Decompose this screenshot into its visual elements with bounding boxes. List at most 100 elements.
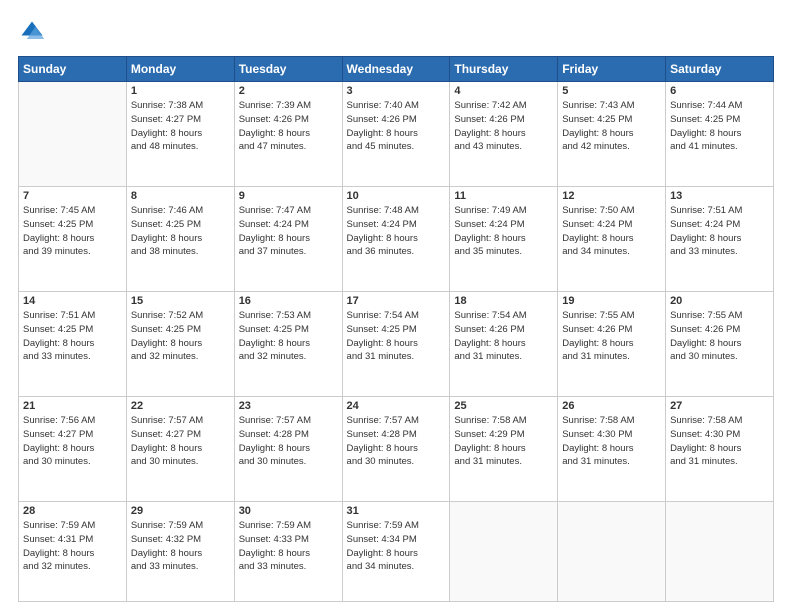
calendar-cell: 3 Sunrise: 7:40 AM Sunset: 4:26 PM Daylig… [342, 82, 450, 187]
calendar-cell: 20 Sunrise: 7:55 AM Sunset: 4:26 PM Dayli… [666, 292, 774, 397]
day-number: 16 [239, 295, 338, 307]
calendar-cell: 17 Sunrise: 7:54 AM Sunset: 4:25 PM Dayli… [342, 292, 450, 397]
cell-daylight-text: Sunrise: 7:39 AM Sunset: 4:26 PM Dayligh… [239, 99, 338, 154]
day-number: 28 [23, 505, 122, 517]
day-number: 5 [562, 85, 661, 97]
calendar-cell: 8Sunrise: 7:46 AM Sunset: 4:25 PM Daylig… [126, 187, 234, 292]
cell-daylight-text: Sunrise: 7:54 AM Sunset: 4:26 PM Dayligh… [454, 309, 553, 364]
calendar-cell: 13 Sunrise: 7:51 AM Sunset: 4:24 PM Dayli… [666, 187, 774, 292]
day-number: 26 [562, 400, 661, 412]
cell-daylight-text: Sunrise: 7:49 AM Sunset: 4:24 PM Dayligh… [454, 204, 553, 259]
calendar-week-row: 14Sunrise: 7:51 AM Sunset: 4:25 PM Dayli… [19, 292, 774, 397]
calendar-header-tuesday: Tuesday [234, 57, 342, 82]
cell-daylight-text: Sunrise: 7:55 AM Sunset: 4:26 PM Dayligh… [670, 309, 769, 364]
calendar-cell: 16Sunrise: 7:53 AM Sunset: 4:25 PM Dayli… [234, 292, 342, 397]
day-number: 27 [670, 400, 769, 412]
calendar-cell: 1 Sunrise: 7:38 AM Sunset: 4:27 PM Daylig… [126, 82, 234, 187]
cell-daylight-text: Sunrise: 7:47 AM Sunset: 4:24 PM Dayligh… [239, 204, 338, 259]
day-number: 24 [347, 400, 446, 412]
day-number: 15 [131, 295, 230, 307]
cell-daylight-text: Sunrise: 7:58 AM Sunset: 4:29 PM Dayligh… [454, 414, 553, 469]
cell-daylight-text: Sunrise: 7:55 AM Sunset: 4:26 PM Dayligh… [562, 309, 661, 364]
calendar-cell: 24 Sunrise: 7:57 AM Sunset: 4:28 PM Dayli… [342, 397, 450, 502]
logo [18, 18, 50, 46]
day-number: 23 [239, 400, 338, 412]
calendar-header-friday: Friday [558, 57, 666, 82]
cell-daylight-text: Sunrise: 7:59 AM Sunset: 4:34 PM Dayligh… [347, 519, 446, 574]
day-number: 12 [562, 190, 661, 202]
cell-daylight-text: Sunrise: 7:52 AM Sunset: 4:25 PM Dayligh… [131, 309, 230, 364]
cell-daylight-text: Sunrise: 7:54 AM Sunset: 4:25 PM Dayligh… [347, 309, 446, 364]
calendar-cell: 14Sunrise: 7:51 AM Sunset: 4:25 PM Dayli… [19, 292, 127, 397]
calendar-cell: 5 Sunrise: 7:43 AM Sunset: 4:25 PM Daylig… [558, 82, 666, 187]
calendar-cell: 4 Sunrise: 7:42 AM Sunset: 4:26 PM Daylig… [450, 82, 558, 187]
day-number: 4 [454, 85, 553, 97]
calendar-cell: 22 Sunrise: 7:57 AM Sunset: 4:27 PM Dayli… [126, 397, 234, 502]
day-number: 17 [347, 295, 446, 307]
day-number: 1 [131, 85, 230, 97]
calendar-cell [558, 502, 666, 602]
cell-daylight-text: Sunrise: 7:57 AM Sunset: 4:27 PM Dayligh… [131, 414, 230, 469]
cell-daylight-text: Sunrise: 7:59 AM Sunset: 4:32 PM Dayligh… [131, 519, 230, 574]
calendar-week-row: 7 Sunrise: 7:45 AM Sunset: 4:25 PM Daylig… [19, 187, 774, 292]
calendar-week-row: 28 Sunrise: 7:59 AM Sunset: 4:31 PM Dayli… [19, 502, 774, 602]
calendar-cell: 12 Sunrise: 7:50 AM Sunset: 4:24 PM Dayli… [558, 187, 666, 292]
calendar-table: SundayMondayTuesdayWednesdayThursdayFrid… [18, 56, 774, 602]
cell-daylight-text: Sunrise: 7:59 AM Sunset: 4:31 PM Dayligh… [23, 519, 122, 574]
calendar-header-saturday: Saturday [666, 57, 774, 82]
calendar-header-monday: Monday [126, 57, 234, 82]
cell-daylight-text: Sunrise: 7:51 AM Sunset: 4:24 PM Dayligh… [670, 204, 769, 259]
cell-daylight-text: Sunrise: 7:45 AM Sunset: 4:25 PM Dayligh… [23, 204, 122, 259]
cell-daylight-text: Sunrise: 7:50 AM Sunset: 4:24 PM Dayligh… [562, 204, 661, 259]
cell-daylight-text: Sunrise: 7:42 AM Sunset: 4:26 PM Dayligh… [454, 99, 553, 154]
day-number: 13 [670, 190, 769, 202]
day-number: 31 [347, 505, 446, 517]
day-number: 21 [23, 400, 122, 412]
logo-icon [18, 18, 46, 46]
calendar-cell: 29Sunrise: 7:59 AM Sunset: 4:32 PM Dayli… [126, 502, 234, 602]
calendar-cell: 25 Sunrise: 7:58 AM Sunset: 4:29 PM Dayli… [450, 397, 558, 502]
cell-daylight-text: Sunrise: 7:56 AM Sunset: 4:27 PM Dayligh… [23, 414, 122, 469]
cell-daylight-text: Sunrise: 7:58 AM Sunset: 4:30 PM Dayligh… [562, 414, 661, 469]
cell-daylight-text: Sunrise: 7:57 AM Sunset: 4:28 PM Dayligh… [347, 414, 446, 469]
calendar-cell: 27 Sunrise: 7:58 AM Sunset: 4:30 PM Dayli… [666, 397, 774, 502]
calendar-header-wednesday: Wednesday [342, 57, 450, 82]
day-number: 7 [23, 190, 122, 202]
calendar-cell: 18Sunrise: 7:54 AM Sunset: 4:26 PM Dayli… [450, 292, 558, 397]
cell-daylight-text: Sunrise: 7:59 AM Sunset: 4:33 PM Dayligh… [239, 519, 338, 574]
calendar-cell: 28 Sunrise: 7:59 AM Sunset: 4:31 PM Dayli… [19, 502, 127, 602]
calendar-cell: 23 Sunrise: 7:57 AM Sunset: 4:28 PM Dayli… [234, 397, 342, 502]
day-number: 19 [562, 295, 661, 307]
calendar-cell: 6 Sunrise: 7:44 AM Sunset: 4:25 PM Daylig… [666, 82, 774, 187]
calendar-cell: 2 Sunrise: 7:39 AM Sunset: 4:26 PM Daylig… [234, 82, 342, 187]
calendar-cell: 10 Sunrise: 7:48 AM Sunset: 4:24 PM Dayli… [342, 187, 450, 292]
calendar-cell: 7 Sunrise: 7:45 AM Sunset: 4:25 PM Daylig… [19, 187, 127, 292]
cell-daylight-text: Sunrise: 7:43 AM Sunset: 4:25 PM Dayligh… [562, 99, 661, 154]
calendar-week-row: 1 Sunrise: 7:38 AM Sunset: 4:27 PM Daylig… [19, 82, 774, 187]
page: SundayMondayTuesdayWednesdayThursdayFrid… [0, 0, 792, 612]
cell-daylight-text: Sunrise: 7:58 AM Sunset: 4:30 PM Dayligh… [670, 414, 769, 469]
day-number: 11 [454, 190, 553, 202]
day-number: 25 [454, 400, 553, 412]
cell-daylight-text: Sunrise: 7:40 AM Sunset: 4:26 PM Dayligh… [347, 99, 446, 154]
day-number: 22 [131, 400, 230, 412]
cell-daylight-text: Sunrise: 7:44 AM Sunset: 4:25 PM Dayligh… [670, 99, 769, 154]
cell-daylight-text: Sunrise: 7:57 AM Sunset: 4:28 PM Dayligh… [239, 414, 338, 469]
calendar-header-sunday: Sunday [19, 57, 127, 82]
calendar-cell: 21 Sunrise: 7:56 AM Sunset: 4:27 PM Dayli… [19, 397, 127, 502]
calendar-cell [450, 502, 558, 602]
calendar-cell: 15 Sunrise: 7:52 AM Sunset: 4:25 PM Dayli… [126, 292, 234, 397]
day-number: 2 [239, 85, 338, 97]
calendar-cell [666, 502, 774, 602]
day-number: 3 [347, 85, 446, 97]
day-number: 6 [670, 85, 769, 97]
header [18, 18, 774, 46]
cell-daylight-text: Sunrise: 7:48 AM Sunset: 4:24 PM Dayligh… [347, 204, 446, 259]
calendar-cell: 31 Sunrise: 7:59 AM Sunset: 4:34 PM Dayli… [342, 502, 450, 602]
day-number: 10 [347, 190, 446, 202]
calendar-header-row: SundayMondayTuesdayWednesdayThursdayFrid… [19, 57, 774, 82]
day-number: 30 [239, 505, 338, 517]
day-number: 20 [670, 295, 769, 307]
calendar-week-row: 21 Sunrise: 7:56 AM Sunset: 4:27 PM Dayli… [19, 397, 774, 502]
cell-daylight-text: Sunrise: 7:38 AM Sunset: 4:27 PM Dayligh… [131, 99, 230, 154]
